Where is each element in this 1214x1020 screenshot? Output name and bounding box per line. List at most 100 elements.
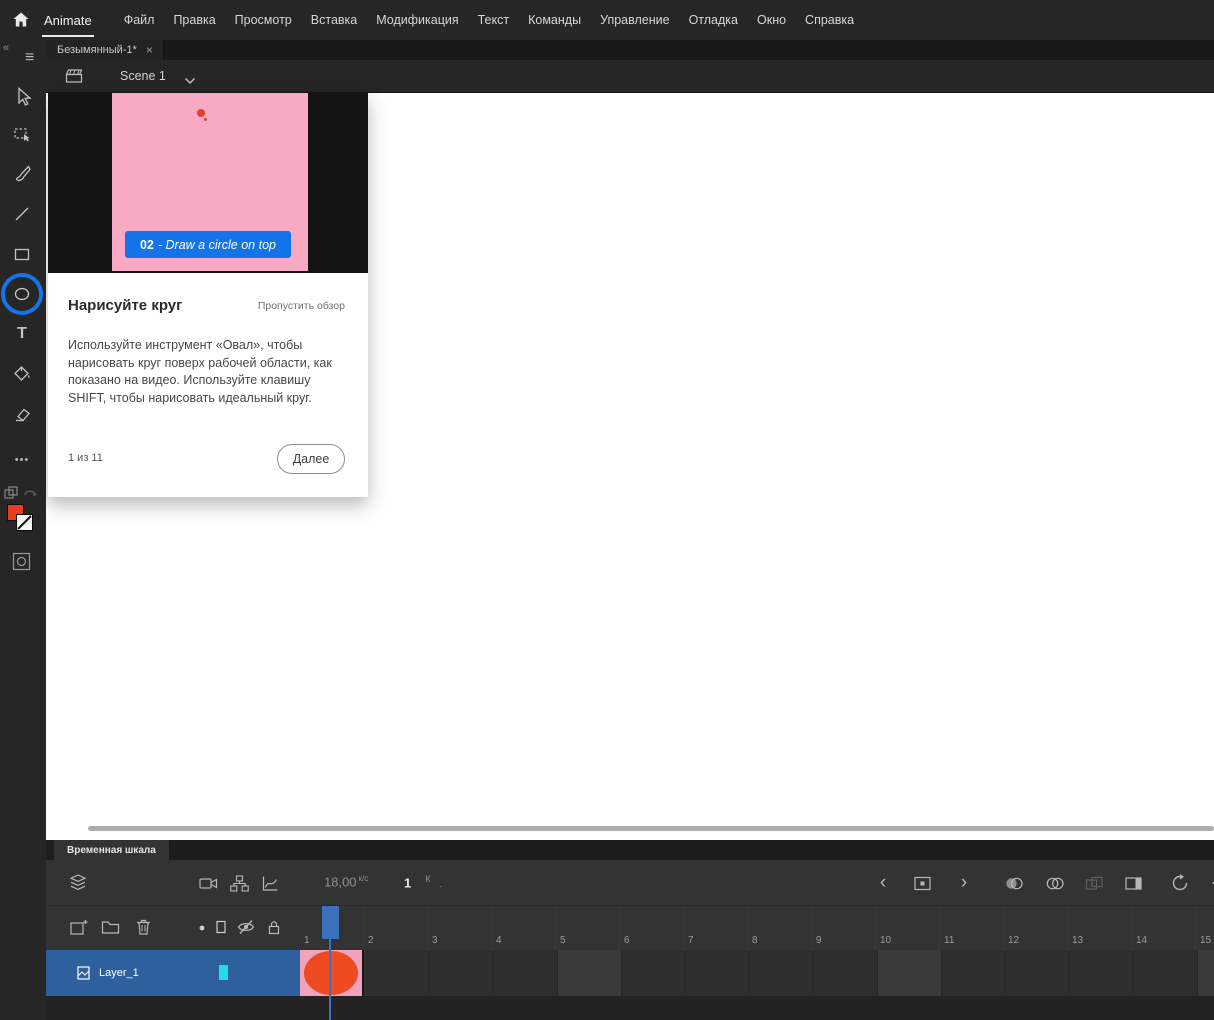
scene-clapper-icon[interactable]: [64, 67, 84, 90]
menu-item[interactable]: Справка: [805, 13, 854, 27]
frame-cell[interactable]: [558, 950, 622, 996]
rectangle-icon: [14, 248, 30, 261]
ruler-frame-number[interactable]: 4: [492, 906, 556, 950]
oval-tool[interactable]: [8, 280, 36, 308]
frame-cell[interactable]: [494, 950, 558, 996]
ruler-frame-number[interactable]: 12: [1004, 906, 1068, 950]
layer-outline-color-chip[interactable]: [219, 965, 228, 980]
lock-layers-icon[interactable]: [264, 917, 284, 937]
step-forward-button[interactable]: ›: [954, 873, 974, 893]
stroke-color-swatch[interactable]: [16, 514, 33, 531]
more-tools-button[interactable]: •••: [8, 446, 36, 474]
layer-item[interactable]: Layer_1: [46, 950, 300, 996]
frame-cell[interactable]: [366, 950, 430, 996]
new-layer-button[interactable]: [68, 917, 88, 937]
frame-cell[interactable]: [686, 950, 750, 996]
menu-item[interactable]: Файл: [124, 13, 155, 27]
paint-bucket-tool[interactable]: [8, 360, 36, 388]
new-folder-button[interactable]: [100, 917, 120, 937]
camera-icon[interactable]: [198, 873, 218, 893]
stage[interactable]: 02 - Draw a circle on top Нарисуйте круг…: [46, 93, 1214, 840]
stage-center-icon[interactable]: [12, 552, 31, 571]
frame-cell[interactable]: [814, 950, 878, 996]
menu-item[interactable]: Вставка: [311, 13, 357, 27]
tutorial-title: Нарисуйте круг: [68, 297, 183, 314]
frame-cell[interactable]: [750, 950, 814, 996]
step-back-button[interactable]: ‹: [873, 873, 893, 893]
toolbar-menu-icon[interactable]: ≡: [25, 50, 34, 66]
rectangle-tool[interactable]: [8, 240, 36, 268]
scene-dropdown-icon[interactable]: [184, 72, 196, 90]
hide-layers-icon[interactable]: [236, 917, 256, 937]
ruler-frame-number[interactable]: 9: [812, 906, 876, 950]
keyframe-frame-1[interactable]: [300, 950, 364, 996]
edit-multiple-frames-button[interactable]: [1084, 873, 1104, 893]
tutorial-video-preview[interactable]: 02 - Draw a circle on top: [48, 93, 368, 273]
frame-cell[interactable]: [942, 950, 1006, 996]
document-tab[interactable]: Безымянный-1* ×: [46, 40, 164, 60]
snap-icon[interactable]: [23, 486, 37, 500]
timeline-tab[interactable]: Временная шкала: [54, 840, 169, 860]
object-drawing-icon[interactable]: [4, 486, 18, 500]
ruler-frame-number[interactable]: 5: [556, 906, 620, 950]
frame-cell[interactable]: [1006, 950, 1070, 996]
ruler-frame-number[interactable]: 6: [620, 906, 684, 950]
frame-ruler[interactable]: 1 2 3 4 5 6 7 8 9 10 11 12 13 14 15: [300, 906, 1214, 950]
frame-cell[interactable]: [622, 950, 686, 996]
ruler-frame-number[interactable]: 8: [748, 906, 812, 950]
scene-name[interactable]: Scene 1: [120, 69, 166, 83]
empty-frames[interactable]: [366, 950, 1214, 996]
frame-cell[interactable]: [878, 950, 942, 996]
next-button[interactable]: Далее: [277, 444, 345, 474]
frame-cell[interactable]: [1134, 950, 1198, 996]
layer-depth-icon[interactable]: [68, 873, 88, 893]
brush-tool[interactable]: [8, 160, 36, 188]
outline-view-icon[interactable]: [211, 917, 231, 937]
skip-tour-link[interactable]: Пропустить обзор: [258, 300, 345, 312]
ruler-frame-number[interactable]: 10: [876, 906, 940, 950]
delete-layer-button[interactable]: [133, 917, 153, 937]
menu-item[interactable]: Правка: [173, 13, 215, 27]
menu-item[interactable]: Текст: [478, 13, 509, 27]
home-button[interactable]: [8, 7, 34, 33]
app-title[interactable]: Animate: [42, 4, 94, 37]
ruler-frame-number[interactable]: 7: [684, 906, 748, 950]
selection-tool[interactable]: [8, 82, 36, 110]
close-tab-icon[interactable]: ×: [146, 43, 153, 57]
ruler-frame-number[interactable]: 2: [364, 906, 428, 950]
video-red-dot: [197, 109, 205, 117]
menu-item[interactable]: Окно: [757, 13, 786, 27]
tutorial-card: Нарисуйте круг Пропустить обзор Использу…: [48, 273, 368, 497]
eraser-tool[interactable]: [8, 400, 36, 428]
frame-cell[interactable]: [1198, 950, 1214, 996]
menu-item[interactable]: Модификация: [376, 13, 458, 27]
collapse-panel-icon[interactable]: «: [3, 42, 9, 54]
onion-skin-outline-button[interactable]: [1045, 873, 1065, 893]
playhead-handle[interactable]: [322, 906, 339, 939]
text-tool[interactable]: T: [8, 320, 36, 348]
onion-skin-button[interactable]: [1004, 873, 1024, 893]
ruler-frame-number[interactable]: 15: [1196, 906, 1214, 950]
menu-item[interactable]: Отладка: [689, 13, 738, 27]
insert-frame-button[interactable]: [1123, 873, 1143, 893]
layer-name[interactable]: Layer_1: [99, 967, 139, 979]
ruler-frame-number[interactable]: 11: [940, 906, 1004, 950]
ruler-frame-number[interactable]: 3: [428, 906, 492, 950]
center-frame-button[interactable]: [912, 873, 932, 893]
line-tool[interactable]: [8, 200, 36, 228]
layer-hierarchy-icon[interactable]: [229, 873, 249, 893]
previous-keyframe-icon[interactable]: [1206, 873, 1214, 893]
menu-item[interactable]: Управление: [600, 13, 670, 27]
graph-editor-icon[interactable]: [260, 873, 280, 893]
ruler-frame-number[interactable]: 13: [1068, 906, 1132, 950]
loop-playback-button[interactable]: [1170, 873, 1190, 893]
frame-cell[interactable]: [430, 950, 494, 996]
ruler-frame-number[interactable]: 14: [1132, 906, 1196, 950]
framerate-display[interactable]: 18,00 к/с: [324, 874, 368, 889]
frame-cell[interactable]: [1070, 950, 1134, 996]
show-all-layers-icon[interactable]: [192, 918, 212, 938]
free-transform-tool[interactable]: [8, 119, 36, 147]
horizontal-scrollbar[interactable]: [88, 826, 1214, 831]
menu-item[interactable]: Команды: [528, 13, 581, 27]
menu-item[interactable]: Просмотр: [235, 13, 292, 27]
